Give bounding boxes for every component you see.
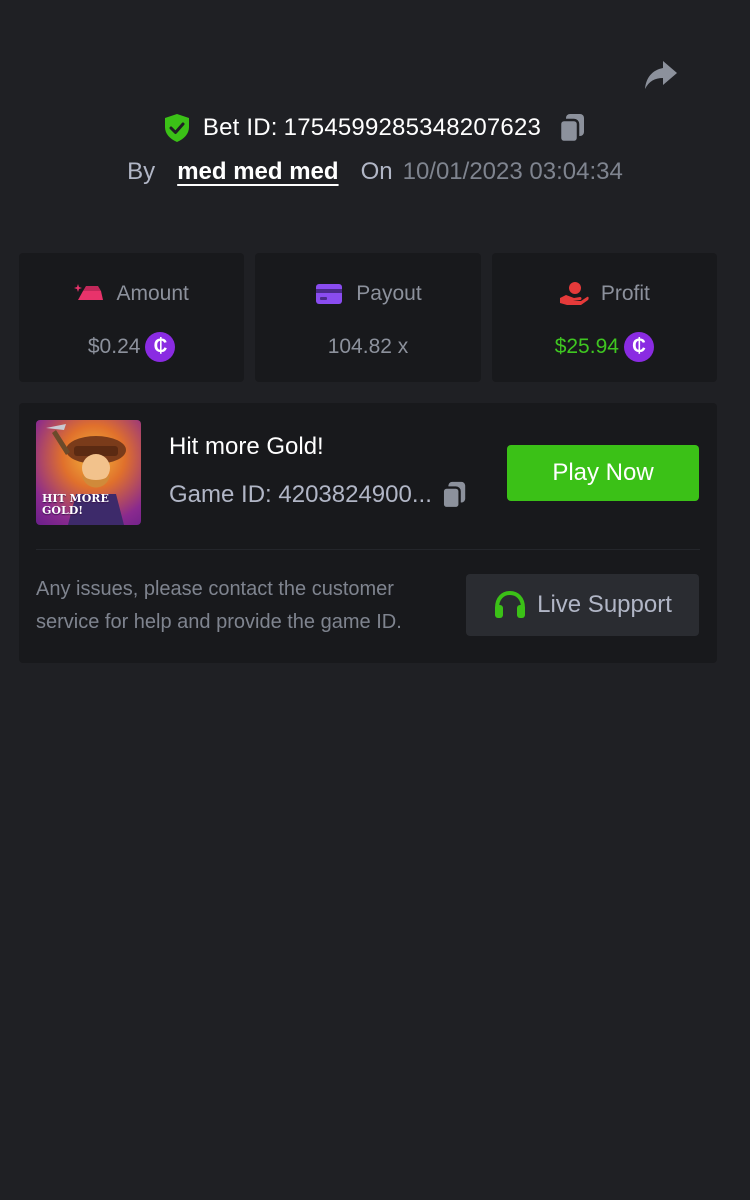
game-id-row: Game ID: 4203824900... xyxy=(169,479,468,511)
amount-value: $0.24 xyxy=(87,335,141,358)
on-label: On xyxy=(360,158,393,185)
share-icon xyxy=(645,61,677,89)
bet-detail-page: Bet ID: 1754599285348207623 By med med me… xyxy=(0,0,750,1200)
live-support-button[interactable]: Live Support xyxy=(466,574,699,636)
payout-value-row: 104.82 x xyxy=(328,331,409,363)
coin-icon: ₵ xyxy=(145,332,176,362)
payout-value: 104.82 x xyxy=(327,335,409,358)
thumbnail-title: HIT MORE GOLD! xyxy=(42,492,109,517)
headphones-icon xyxy=(495,590,526,618)
live-support-label: Live Support xyxy=(537,591,672,618)
hand-coin-icon xyxy=(559,281,589,307)
bet-id-value: 1754599285348207623 xyxy=(283,114,542,141)
game-id-value: 4203824900... xyxy=(278,481,432,508)
card-icon xyxy=(314,281,344,307)
by-label: By xyxy=(127,158,156,185)
amount-value-row: $0.24 ₵ xyxy=(88,331,176,363)
share-button[interactable] xyxy=(640,56,682,94)
profit-value: $25.94 xyxy=(554,335,619,358)
bet-datetime: 10/01/2023 03:04:34 xyxy=(402,158,623,185)
copy-bet-id-icon[interactable] xyxy=(557,112,587,144)
amount-label: Amount xyxy=(116,282,189,305)
author-row: By med med med On 10/01/2023 03:04:34 xyxy=(0,154,750,190)
bet-id-text: Bet ID: 1754599285348207623 xyxy=(203,114,541,142)
divider xyxy=(36,549,700,550)
shield-check-icon xyxy=(163,113,191,143)
payout-label: Payout xyxy=(356,282,422,305)
game-title: Hit more Gold! xyxy=(169,433,324,460)
game-panel: HIT MORE GOLD! Hit more Gold! Game ID: 4… xyxy=(19,403,717,663)
bet-id-row: Bet ID: 1754599285348207623 xyxy=(0,108,750,148)
coin-icon: ₵ xyxy=(623,332,654,362)
profit-label: Profit xyxy=(600,282,650,305)
bet-id-label: Bet ID: xyxy=(202,114,278,141)
play-now-button[interactable]: Play Now xyxy=(507,445,699,501)
bet-stats: Amount $0.24 ₵ Payout 104.82 x Profit $2… xyxy=(19,253,717,382)
profit-value-row: $25.94 ₵ xyxy=(555,331,654,363)
game-id-label: Game ID: xyxy=(169,481,272,508)
username-link[interactable]: med med med xyxy=(177,158,338,186)
gold-bar-icon xyxy=(74,281,104,307)
profit-card: Profit $25.94 ₵ xyxy=(491,253,717,382)
game-thumbnail[interactable]: HIT MORE GOLD! xyxy=(36,420,141,525)
amount-card: Amount $0.24 ₵ xyxy=(19,253,245,382)
payout-card: Payout 104.82 x xyxy=(255,253,481,382)
help-text: Any issues, please contact the customer … xyxy=(36,578,402,633)
copy-game-id-icon[interactable] xyxy=(440,480,468,510)
